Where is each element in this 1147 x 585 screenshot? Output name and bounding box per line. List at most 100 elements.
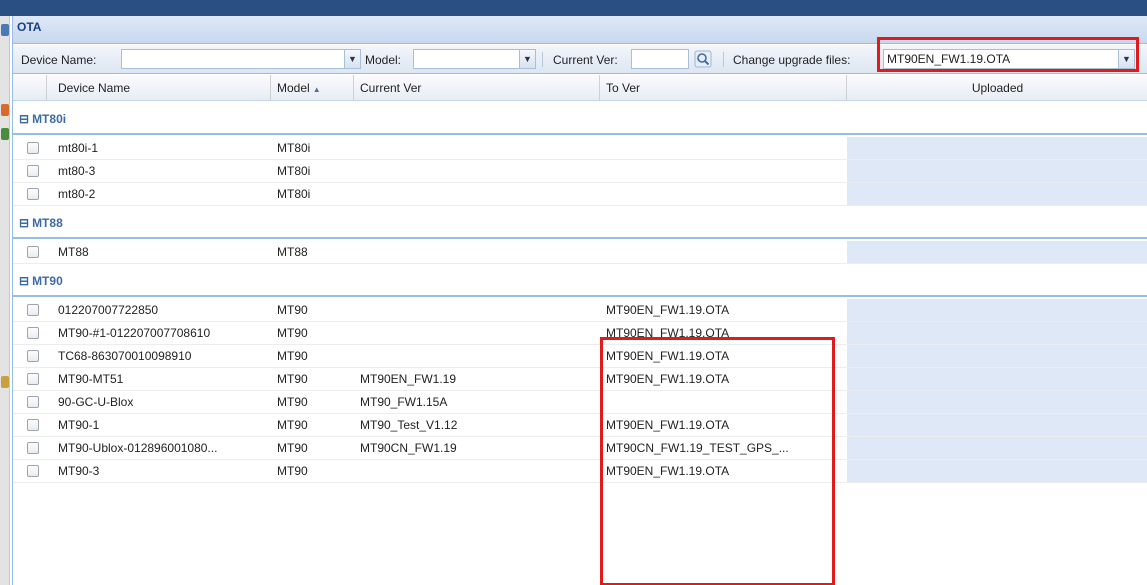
group-row[interactable]: ⊟ MT80i	[13, 102, 1147, 135]
model-cell: MT90	[277, 303, 308, 317]
column-header-current-ver[interactable]: Current Ver	[354, 75, 600, 101]
device-name-cell: mt80-2	[58, 187, 96, 201]
group-row[interactable]: ⊟ MT88	[13, 206, 1147, 239]
group-label: ⊟ MT80i	[19, 112, 66, 126]
row-checkbox[interactable]	[27, 373, 39, 385]
to-ver-cell: MT90EN_FW1.19.OTA	[606, 349, 730, 363]
group-row[interactable]: ⊟ MT90	[13, 264, 1147, 297]
current-ver-cell	[360, 345, 590, 368]
to-ver-cell: MT90EN_FW1.19.OTA	[606, 464, 730, 478]
model-cell: MT90	[277, 349, 308, 363]
table-row[interactable]: mt80-2 MT80i	[13, 183, 1147, 206]
row-checkbox[interactable]	[27, 419, 39, 431]
model-cell: MT88	[277, 245, 308, 259]
device-name-label: Device Name:	[21, 53, 97, 67]
uploaded-cell	[847, 437, 1147, 459]
model-combo[interactable]	[413, 49, 520, 69]
column-header-uploaded[interactable]: Uploaded	[847, 75, 1147, 101]
current-ver-cell	[360, 183, 590, 206]
table-row[interactable]: 90-GC-U-Blox MT90 MT90_FW1.15A	[13, 391, 1147, 414]
ota-panel: OTA Device Name: ▼ Model: ▼ Current Ver:…	[12, 16, 1147, 585]
checkbox-column-header	[13, 75, 47, 101]
chevron-down-icon[interactable]: ▼	[519, 49, 536, 69]
magnifier-icon[interactable]	[694, 50, 712, 68]
current-ver-cell	[360, 241, 590, 264]
filter-toolbar: Device Name: ▼ Model: ▼ Current Ver: Cha…	[13, 45, 1147, 74]
window-top-bar	[0, 0, 1147, 16]
model-label: Model:	[365, 53, 402, 67]
device-name-cell: TC68-863070010098910	[58, 349, 192, 363]
row-checkbox[interactable]	[27, 165, 39, 177]
row-checkbox[interactable]	[27, 246, 39, 258]
collapse-icon[interactable]: ⊟	[19, 216, 29, 230]
device-name-cell: MT90-MT51	[58, 372, 124, 386]
current-ver-field[interactable]	[631, 49, 689, 69]
upgrade-files-combo[interactable]: MT90EN_FW1.19.OTA	[883, 49, 1119, 69]
table-row[interactable]: MT90-MT51 MT90 MT90EN_FW1.19 MT90EN_FW1.19.…	[13, 368, 1147, 391]
column-header-to-ver[interactable]: To Ver	[600, 75, 847, 101]
uploaded-cell	[847, 414, 1147, 436]
table-row[interactable]: mt80i-1 MT80i	[13, 137, 1147, 160]
uploaded-cell	[847, 183, 1147, 205]
toolbar-separator	[723, 52, 724, 67]
group-label-text: MT90	[32, 274, 63, 288]
uploaded-cell	[847, 345, 1147, 367]
uploaded-cell	[847, 322, 1147, 344]
column-label: To Ver	[606, 81, 641, 95]
row-checkbox[interactable]	[27, 442, 39, 454]
device-name-cell: MT90-1	[58, 418, 100, 432]
row-checkbox[interactable]	[27, 350, 39, 362]
device-name-cell: 012207007722850	[58, 303, 159, 317]
device-name-cell: mt80i-1	[58, 141, 99, 155]
uploaded-cell	[847, 391, 1147, 413]
device-name-cell: mt80-3	[58, 164, 96, 178]
side-icon	[1, 376, 9, 388]
table-row[interactable]: 012207007722850 MT90 MT90EN_FW1.19.OTA	[13, 299, 1147, 322]
current-ver-cell	[360, 137, 590, 160]
device-name-cell: MT90-3	[58, 464, 100, 478]
panel-header: OTA	[13, 16, 1147, 44]
table-row[interactable]: MT90-1 MT90 MT90_Test_V1.12 MT90EN_FW1.19.O…	[13, 414, 1147, 437]
table-row[interactable]: MT90-3 MT90 MT90EN_FW1.19.OTA	[13, 460, 1147, 483]
model-cell: MT90	[277, 418, 308, 432]
column-header-model[interactable]: Model ▲	[271, 75, 354, 101]
column-header-device-name[interactable]: Device Name	[47, 75, 271, 101]
row-checkbox[interactable]	[27, 142, 39, 154]
to-ver-cell	[606, 391, 838, 414]
to-ver-cell	[606, 160, 838, 183]
model-cell: MT80i	[277, 164, 311, 178]
group-label: ⊟ MT88	[19, 216, 63, 230]
current-ver-cell: MT90EN_FW1.19	[360, 372, 457, 386]
column-label: Current Ver	[360, 81, 422, 95]
group-label-text: MT88	[32, 216, 63, 230]
column-label: Model	[277, 81, 310, 95]
model-cell: MT80i	[277, 141, 311, 155]
model-cell: MT90	[277, 326, 308, 340]
device-name-combo[interactable]	[121, 49, 345, 69]
model-cell: MT90	[277, 395, 308, 409]
row-checkbox[interactable]	[27, 304, 39, 316]
current-ver-cell: MT90CN_FW1.19	[360, 441, 457, 455]
collapse-icon[interactable]: ⊟	[19, 112, 29, 126]
chevron-down-icon[interactable]: ▼	[1118, 49, 1135, 69]
collapse-icon[interactable]: ⊟	[19, 274, 29, 288]
chevron-down-icon[interactable]: ▼	[344, 49, 361, 69]
current-ver-cell	[360, 299, 590, 322]
row-checkbox[interactable]	[27, 465, 39, 477]
uploaded-cell	[847, 137, 1147, 159]
row-checkbox[interactable]	[27, 327, 39, 339]
to-ver-cell: MT90EN_FW1.19.OTA	[606, 418, 730, 432]
table-row[interactable]: MT88 MT88	[13, 241, 1147, 264]
side-icon	[1, 24, 9, 36]
uploaded-cell	[847, 160, 1147, 182]
to-ver-cell	[606, 183, 838, 206]
row-checkbox[interactable]	[27, 188, 39, 200]
table-row[interactable]: TC68-863070010098910 MT90 MT90EN_FW1.19.OT…	[13, 345, 1147, 368]
grid-header: Device Name Model ▲ Current Ver To Ver Up…	[13, 75, 1147, 101]
table-row[interactable]: MT90-Ublox-012896001080... MT90 MT90CN_FW1…	[13, 437, 1147, 460]
table-row[interactable]: mt80-3 MT80i	[13, 160, 1147, 183]
model-cell: MT80i	[277, 187, 311, 201]
device-name-cell: MT90-Ublox-012896001080...	[58, 441, 218, 455]
table-row[interactable]: MT90-#1-012207007708610 MT90 MT90EN_FW1.19…	[13, 322, 1147, 345]
row-checkbox[interactable]	[27, 396, 39, 408]
